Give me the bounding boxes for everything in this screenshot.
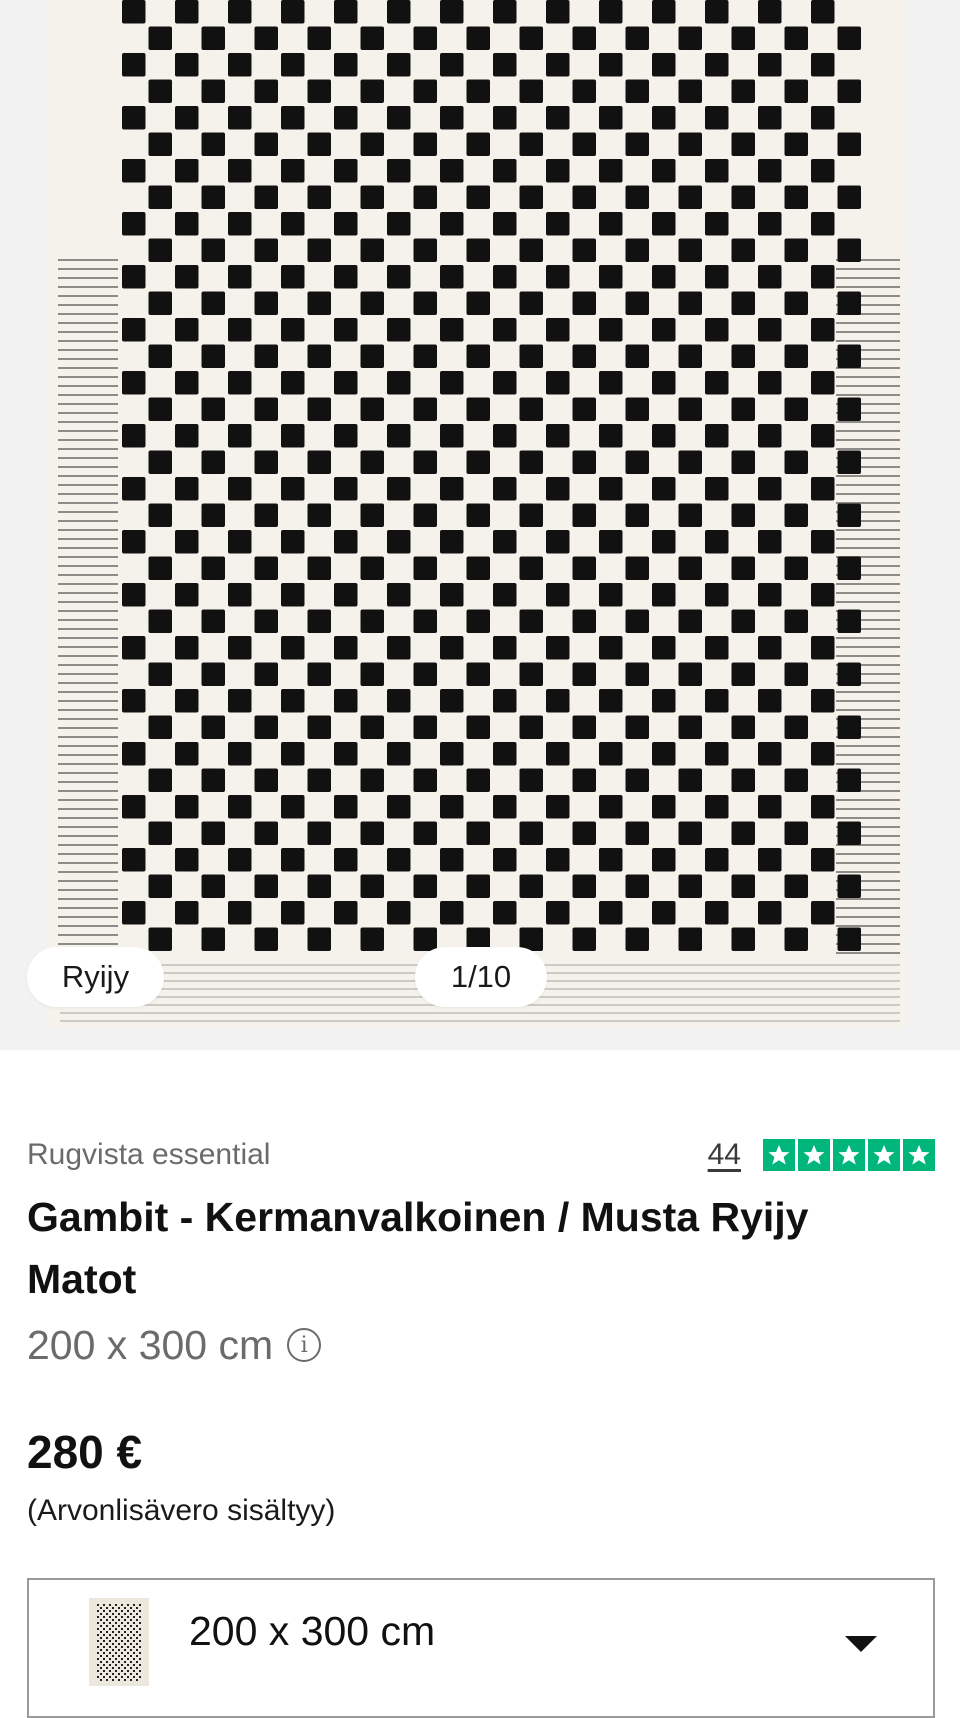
info-circle-icon[interactable]: i [287,1328,322,1362]
brand-name: Rugvista essential [27,1138,271,1171]
size-select-dropdown[interactable]: 200 x 300 cm [27,1578,935,1718]
star-icon [763,1139,795,1171]
product-size: 200 x 300 cm [27,1321,274,1368]
rating-stars[interactable] [763,1139,935,1171]
star-icon [833,1139,865,1171]
size-select-value: 200 x 300 cm [189,1608,436,1654]
image-counter-label: 1/10 [450,959,512,994]
vat-note: (Arvonlisävero sisältyy) [27,1494,336,1527]
product-image[interactable] [0,0,960,1050]
size-thumbnail [89,1598,149,1686]
product-size-row: 200 x 300 cm i [27,1318,322,1372]
review-count-link[interactable]: 44 [708,1138,741,1172]
category-tag: Ryijy [27,947,164,1007]
product-price: 280 € [27,1426,143,1478]
product-image-gallery[interactable]: Ryijy 1/10 [0,0,960,1050]
star-icon [798,1139,830,1171]
product-title: Gambit - Kermanvalkoinen / Musta Ryijy M… [27,1194,809,1302]
brand-rating-row: Rugvista essential 44 [27,1135,935,1175]
category-tag-label: Ryijy [61,959,130,994]
image-counter: 1/10 [415,947,547,1007]
star-icon [903,1139,935,1171]
chevron-down-icon [845,1636,877,1652]
star-icon [868,1139,900,1171]
rating[interactable]: 44 [708,1138,935,1172]
